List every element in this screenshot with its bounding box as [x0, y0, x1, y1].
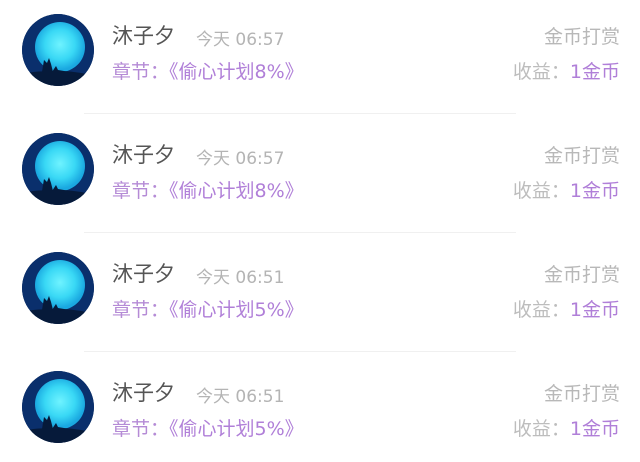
moon-avatar-icon: [22, 371, 94, 443]
chapter-info: 章节：《偷心计划8%》: [112, 57, 304, 84]
income-label: 收益：: [512, 418, 570, 440]
list-item[interactable]: 沐子夕 今天 06:51 金币打赏 章节：《偷心计划5%》 收益：1金币: [0, 357, 640, 462]
user-name: 沐子夕: [112, 24, 175, 48]
chapter-title[interactable]: 《偷心计划8%》: [169, 180, 304, 202]
income-info: 收益：1金币: [513, 176, 620, 203]
income-label: 收益：: [512, 61, 570, 83]
chapter-title[interactable]: 《偷心计划5%》: [169, 418, 304, 440]
reward-record-list: 沐子夕 今天 06:57 金币打赏 章节：《偷心计划8%》 收益：1金币 沐子夕…: [0, 0, 640, 462]
avatar[interactable]: [22, 371, 94, 443]
list-item[interactable]: 沐子夕 今天 06:57 金币打赏 章节：《偷心计划8%》 收益：1金币: [0, 0, 640, 119]
moon-avatar-icon: [22, 133, 94, 205]
income-value: 1金币: [569, 61, 620, 83]
income-info: 收益：1金币: [513, 295, 620, 322]
income-label: 收益：: [512, 180, 570, 202]
income-label: 收益：: [512, 299, 570, 321]
divider: [84, 351, 516, 352]
reward-type: 金币打赏: [543, 145, 620, 167]
moon-avatar-icon: [22, 252, 94, 324]
chapter-title[interactable]: 《偷心计划5%》: [169, 299, 304, 321]
chapter-info: 章节：《偷心计划8%》: [112, 176, 304, 203]
timestamp: 今天 06:51: [196, 387, 285, 407]
income-value: 1金币: [569, 418, 620, 440]
divider: [84, 113, 516, 114]
chapter-label: 章节：: [112, 180, 170, 202]
list-item[interactable]: 沐子夕 今天 06:57 金币打赏 章节：《偷心计划8%》 收益：1金币: [0, 119, 640, 238]
income-info: 收益：1金币: [513, 414, 620, 441]
timestamp: 今天 06:57: [196, 30, 285, 50]
chapter-info: 章节：《偷心计划5%》: [112, 414, 304, 441]
timestamp: 今天 06:57: [196, 149, 285, 169]
user-name: 沐子夕: [112, 143, 175, 167]
chapter-label: 章节：: [112, 61, 170, 83]
reward-type: 金币打赏: [543, 26, 620, 48]
income-value: 1金币: [569, 180, 620, 202]
user-name: 沐子夕: [112, 381, 175, 405]
avatar[interactable]: [22, 252, 94, 324]
avatar[interactable]: [22, 133, 94, 205]
chapter-info: 章节：《偷心计划5%》: [112, 295, 304, 322]
divider: [84, 232, 516, 233]
moon-avatar-icon: [22, 14, 94, 86]
user-name: 沐子夕: [112, 262, 175, 286]
income-info: 收益：1金币: [513, 57, 620, 84]
reward-type: 金币打赏: [543, 264, 620, 286]
avatar[interactable]: [22, 14, 94, 86]
list-item[interactable]: 沐子夕 今天 06:51 金币打赏 章节：《偷心计划5%》 收益：1金币: [0, 238, 640, 357]
income-value: 1金币: [569, 299, 620, 321]
timestamp: 今天 06:51: [196, 268, 285, 288]
chapter-title[interactable]: 《偷心计划8%》: [169, 61, 304, 83]
chapter-label: 章节：: [112, 299, 170, 321]
chapter-label: 章节：: [112, 418, 170, 440]
reward-type: 金币打赏: [543, 383, 620, 405]
